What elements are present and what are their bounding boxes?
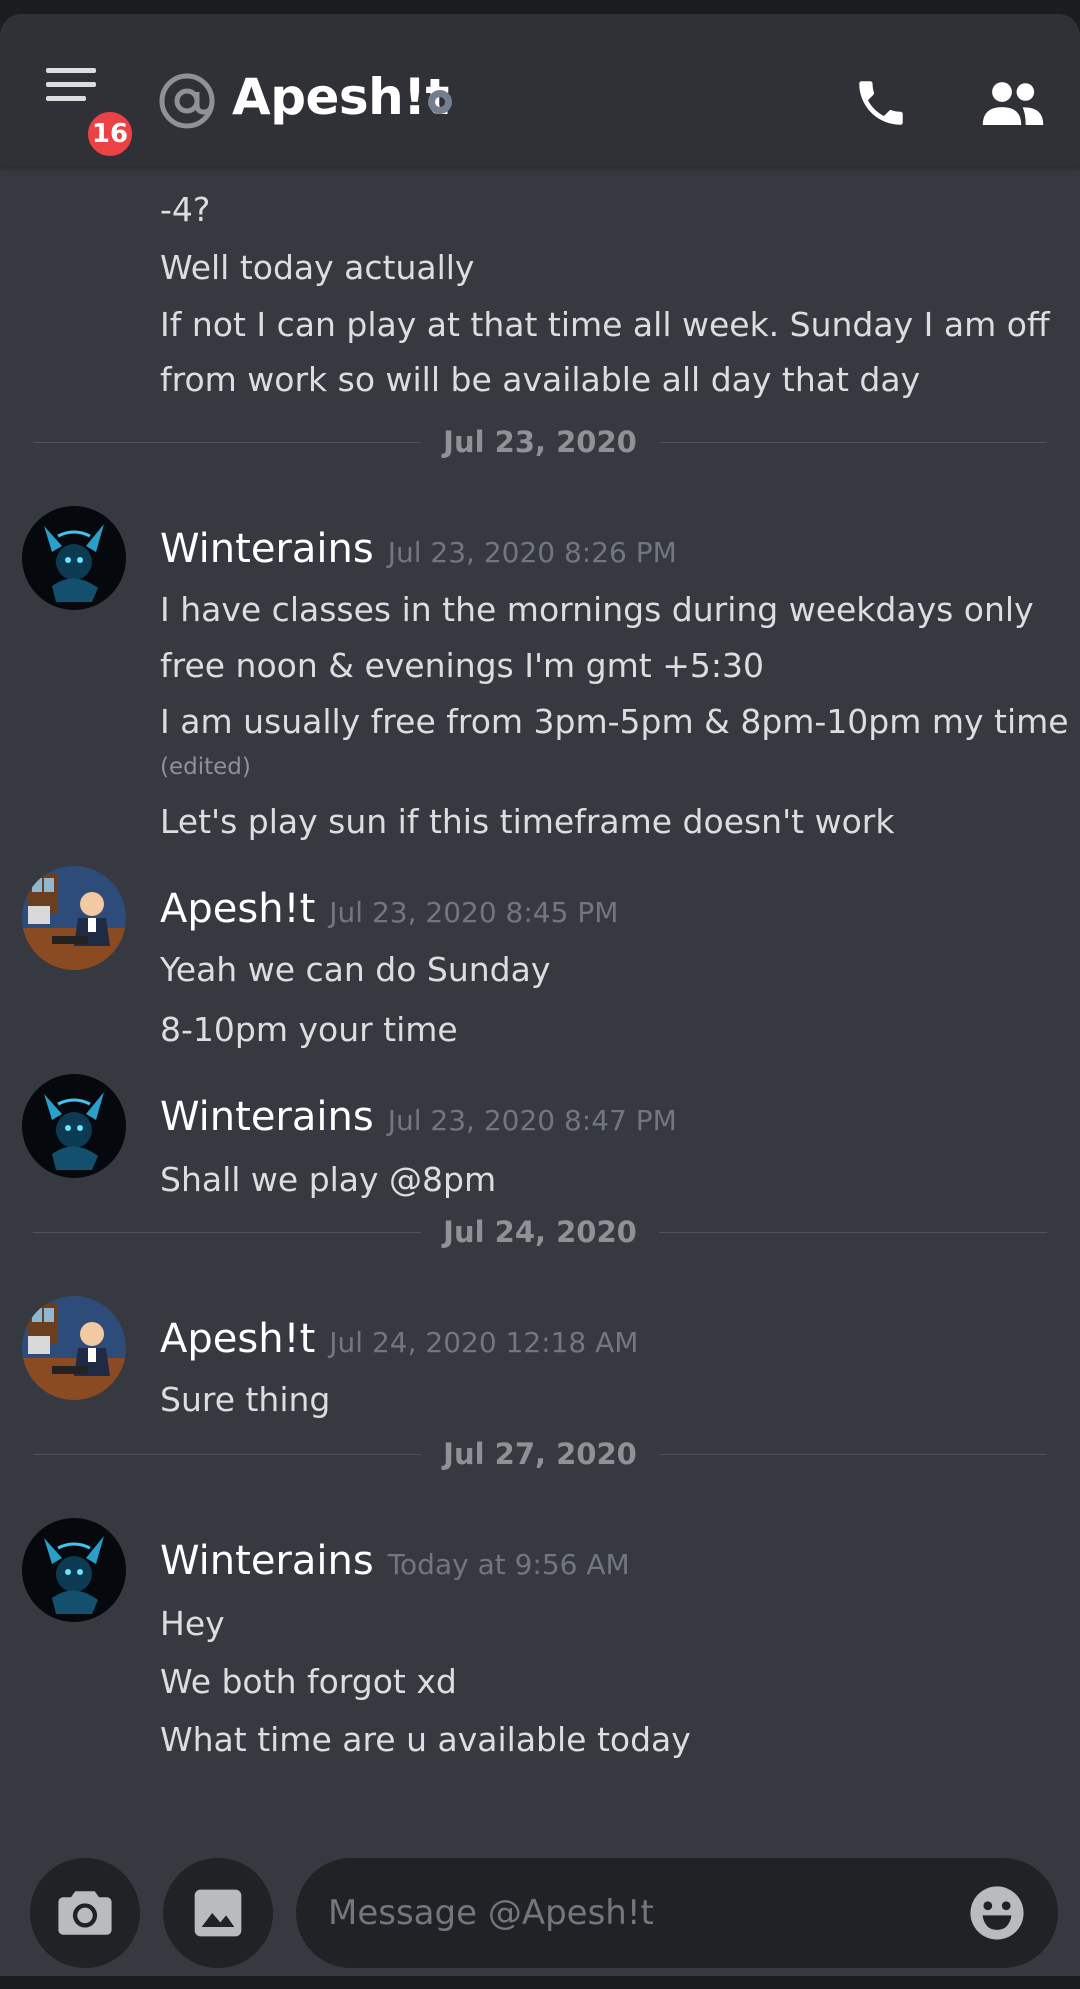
date-divider: Jul 27, 2020 <box>33 1434 1047 1474</box>
message-line: Shall we play @8pm <box>160 1160 497 1199</box>
message-line: Well today actually <box>160 248 475 287</box>
timestamp: Today at 9:56 AM <box>387 1548 630 1581</box>
call-button[interactable] <box>852 74 910 136</box>
date-divider-label: Jul 27, 2020 <box>421 1434 659 1474</box>
author-name[interactable]: Winterains <box>160 526 374 572</box>
message-header: Winterains Jul 23, 2020 8:26 PM <box>160 526 677 572</box>
message-line: Yeah we can do Sunday <box>160 950 551 989</box>
image-icon <box>194 1889 242 1937</box>
message-line: free noon & evenings I'm gmt +5:30 <box>160 646 764 685</box>
message-line: 8-10pm your time <box>160 1010 458 1049</box>
message-line: I have classes in the mornings during we… <box>160 590 1034 629</box>
message-header: Apesh!t Jul 24, 2020 12:18 AM <box>160 1316 638 1362</box>
avatar-apesh1t[interactable] <box>22 1296 126 1400</box>
gallery-button[interactable] <box>163 1858 273 1968</box>
hamburger-menu-icon <box>46 68 96 101</box>
message-header: Winterains Jul 23, 2020 8:47 PM <box>160 1094 677 1140</box>
date-divider: Jul 23, 2020 <box>33 422 1047 462</box>
avatar-apesh1t[interactable] <box>22 866 126 970</box>
message-header: Apesh!t Jul 23, 2020 8:45 PM <box>160 886 618 932</box>
phone-icon <box>859 81 903 125</box>
author-name[interactable]: Winterains <box>160 1538 374 1584</box>
edited-label: (edited) <box>160 754 251 780</box>
emoji-button[interactable] <box>968 1884 1026 1951</box>
message-line: What time are u available today <box>160 1720 691 1759</box>
people-icon <box>982 82 1044 125</box>
message-line: Sure thing <box>160 1380 331 1419</box>
channel-title: Apesh!t <box>232 68 449 126</box>
message-line: -4? <box>160 190 211 229</box>
timestamp: Jul 24, 2020 12:18 AM <box>329 1326 639 1359</box>
avatar-winterains[interactable] <box>22 1518 126 1622</box>
emoji-icon <box>970 1886 1024 1940</box>
message-input[interactable]: Message @Apesh!t <box>296 1858 1058 1968</box>
message-composer: Message @Apesh!t <box>0 1836 1080 1976</box>
chat-window: -4? Well today actually If not I can pla… <box>0 14 1080 1976</box>
message-line: from work so will be available all day t… <box>160 360 921 399</box>
camera-button[interactable] <box>30 1858 140 1968</box>
avatar-winterains[interactable] <box>22 506 126 610</box>
date-divider: Jul 24, 2020 <box>33 1212 1047 1252</box>
at-sign-icon <box>158 72 216 134</box>
message-list[interactable]: -4? Well today actually If not I can pla… <box>0 14 1080 1976</box>
status-indicator <box>428 90 452 114</box>
timestamp: Jul 23, 2020 8:47 PM <box>387 1104 677 1137</box>
channel-header: 16 Apesh!t <box>0 14 1080 166</box>
camera-icon <box>58 1891 112 1935</box>
timestamp: Jul 23, 2020 8:45 PM <box>329 896 619 929</box>
menu-button[interactable]: 16 <box>44 64 136 160</box>
message-line: Hey <box>160 1604 225 1643</box>
message-line: Let's play sun if this timeframe doesn't… <box>160 802 895 841</box>
message-input-placeholder: Message @Apesh!t <box>328 1893 654 1933</box>
message-line: If not I can play at that time all week.… <box>160 305 1050 344</box>
notification-badge: 16 <box>84 108 136 160</box>
author-name[interactable]: Apesh!t <box>160 1316 315 1362</box>
timestamp: Jul 23, 2020 8:26 PM <box>387 536 677 569</box>
message-line: We both forgot xd <box>160 1662 457 1701</box>
message-header: Winterains Today at 9:56 AM <box>160 1538 630 1584</box>
author-name[interactable]: Apesh!t <box>160 886 315 932</box>
message-line: I am usually free from 3pm-5pm & 8pm-10p… <box>160 702 1069 741</box>
avatar-winterains[interactable] <box>22 1074 126 1178</box>
members-button[interactable] <box>980 78 1046 132</box>
date-divider-label: Jul 24, 2020 <box>421 1212 659 1252</box>
author-name[interactable]: Winterains <box>160 1094 374 1140</box>
date-divider-label: Jul 23, 2020 <box>421 422 659 462</box>
